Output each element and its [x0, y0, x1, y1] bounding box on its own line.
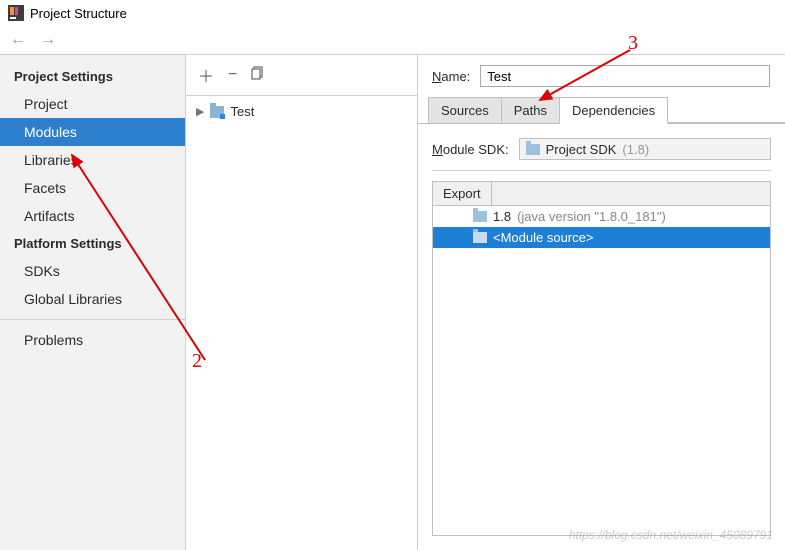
sdk-folder-icon [526, 144, 540, 155]
dep-label: <Module source> [493, 230, 593, 245]
sidebar-item-facets[interactable]: Facets [0, 174, 185, 202]
main-layout: Project Settings Project Modules Librari… [0, 54, 785, 550]
dependency-row-module-source[interactable]: <Module source> [433, 227, 770, 248]
tree-label: Test [230, 104, 254, 119]
module-toolbar: ＋ − [186, 55, 417, 96]
sidebar: Project Settings Project Modules Librari… [0, 55, 186, 550]
tabs-spacer [667, 97, 785, 123]
sdk-value: Project SDK [546, 142, 617, 157]
tab-dependencies[interactable]: Dependencies [559, 97, 668, 124]
module-sdk-label: Module SDK: [432, 142, 509, 157]
sidebar-item-modules[interactable]: Modules [0, 118, 185, 146]
module-sdk-row: Module SDK: Project SDK (1.8) [432, 138, 771, 171]
forward-icon[interactable]: → [38, 31, 58, 49]
module-list-panel: ＋ − ▶ Test [186, 55, 418, 550]
module-name-input[interactable] [480, 65, 770, 87]
tab-paths[interactable]: Paths [501, 97, 560, 123]
tree-item-test[interactable]: ▶ Test [196, 102, 407, 121]
dependencies-body: 1.8 (java version "1.8.0_181") <Module s… [433, 206, 770, 535]
nav-toolbar: ← → [0, 26, 785, 54]
dependencies-table: Export 1.8 (java version "1.8.0_181") <M… [432, 181, 771, 536]
sidebar-item-artifacts[interactable]: Artifacts [0, 202, 185, 230]
folder-icon [473, 211, 487, 222]
sidebar-separator [0, 319, 185, 320]
dependencies-tab-content: Module SDK: Project SDK (1.8) Export 1.8… [418, 124, 785, 550]
sdk-hint: (1.8) [622, 142, 649, 157]
remove-icon[interactable]: − [228, 66, 237, 84]
module-folder-icon [210, 106, 224, 118]
dependencies-header: Export [433, 182, 770, 206]
sidebar-item-problems[interactable]: Problems [0, 326, 185, 354]
sidebar-item-sdks[interactable]: SDKs [0, 257, 185, 285]
watermark: https://blog.csdn.net/weixin_45089791 [569, 528, 773, 542]
sidebar-item-project[interactable]: Project [0, 90, 185, 118]
sidebar-item-libraries[interactable]: Libraries [0, 146, 185, 174]
name-row: Name: [418, 55, 785, 97]
folder-icon [473, 232, 487, 243]
dependency-row-sdk[interactable]: 1.8 (java version "1.8.0_181") [433, 206, 770, 227]
dep-label: 1.8 [493, 209, 511, 224]
sidebar-heading-project: Project Settings [0, 63, 185, 90]
window-title: Project Structure [30, 6, 127, 21]
module-sdk-select[interactable]: Project SDK (1.8) [519, 138, 771, 160]
add-icon[interactable]: ＋ [198, 63, 214, 87]
name-label: Name: [432, 69, 470, 84]
module-tree: ▶ Test [186, 96, 417, 127]
chevron-right-icon[interactable]: ▶ [196, 105, 204, 118]
app-icon [8, 5, 24, 21]
export-column[interactable]: Export [433, 182, 492, 205]
detail-tabs: Sources Paths Dependencies [418, 97, 785, 124]
tab-sources[interactable]: Sources [428, 97, 502, 123]
copy-icon[interactable] [251, 66, 265, 85]
detail-panel: Name: Sources Paths Dependencies Module … [418, 55, 785, 550]
titlebar: Project Structure [0, 0, 785, 26]
back-icon[interactable]: ← [8, 31, 28, 49]
sidebar-heading-platform: Platform Settings [0, 230, 185, 257]
dep-hint: (java version "1.8.0_181") [517, 209, 666, 224]
annotation-label-3: 3 [628, 32, 638, 55]
annotation-label-2: 2 [192, 350, 202, 373]
sidebar-item-global-libraries[interactable]: Global Libraries [0, 285, 185, 313]
